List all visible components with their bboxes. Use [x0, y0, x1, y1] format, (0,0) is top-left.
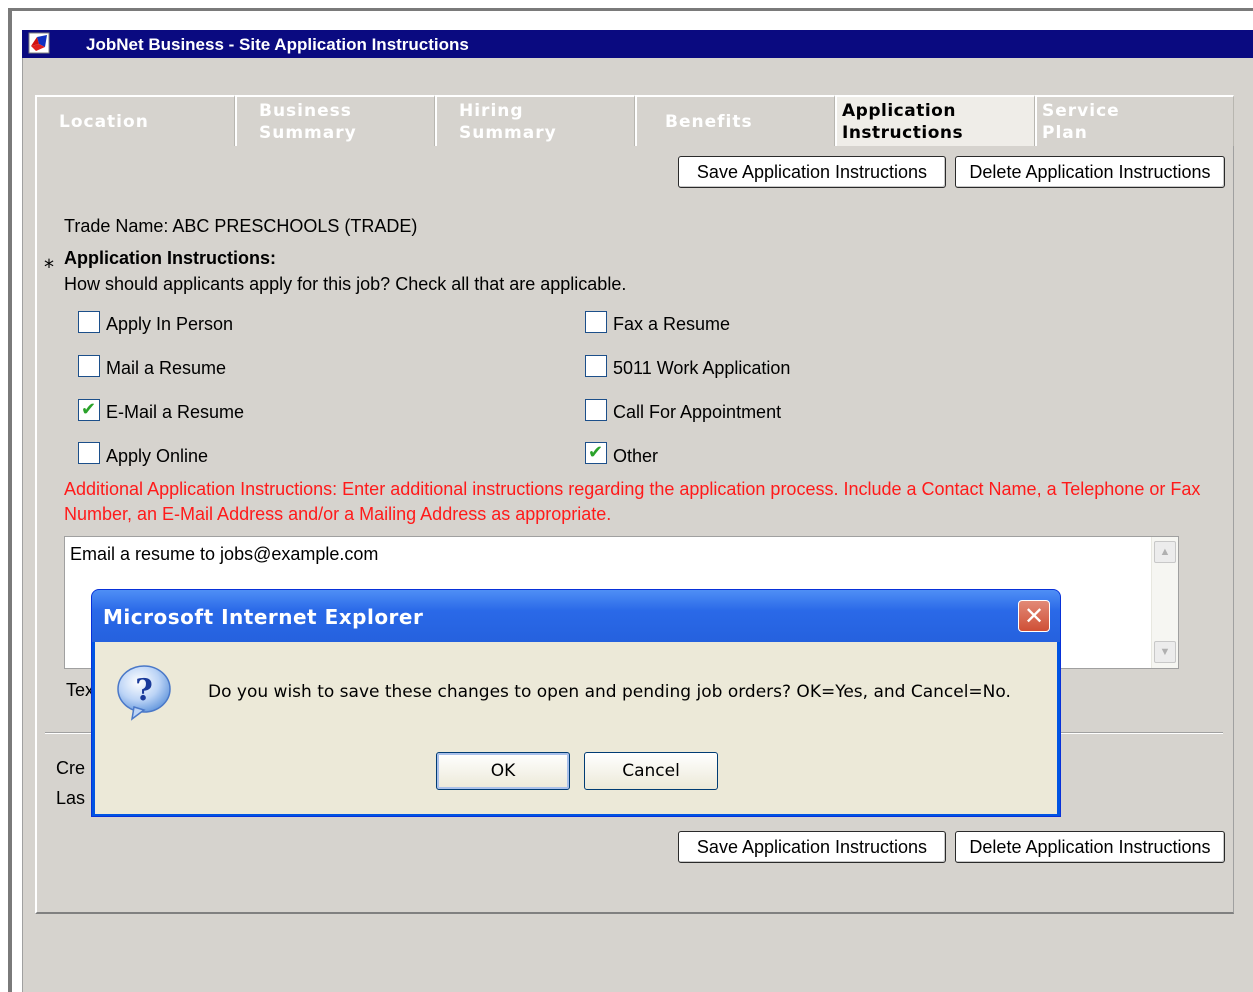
- check-mark-icon: ✔: [588, 442, 604, 463]
- window-title: JobNet Business - Site Application Instr…: [86, 35, 469, 54]
- mail-resume-checkbox[interactable]: [78, 355, 100, 377]
- save-application-instructions-button[interactable]: Save Application Instructions: [678, 156, 946, 188]
- dialog-message: Do you wish to save these changes to ope…: [208, 682, 1011, 702]
- checkbox-label: Apply Online: [106, 446, 209, 466]
- delete-application-instructions-button[interactable]: Delete Application Instructions: [955, 831, 1225, 863]
- checkbox-label: Apply In Person: [106, 314, 234, 334]
- tab-business-summary[interactable]: Business Summary: [235, 95, 435, 146]
- checkbox-label: Mail a Resume: [106, 358, 227, 378]
- tab-label: Service Plan: [1042, 101, 1120, 143]
- required-marker: *: [44, 255, 54, 279]
- fax-resume-checkbox[interactable]: [585, 311, 607, 333]
- tab-hiring-summary[interactable]: Hiring Summary: [435, 95, 635, 146]
- ok-button[interactable]: OK: [436, 752, 570, 790]
- tab-label: Benefits: [665, 112, 753, 132]
- tab-label: Location: [59, 112, 149, 132]
- tab-label: Business Summary: [259, 101, 357, 143]
- delete-application-instructions-button[interactable]: Delete Application Instructions: [955, 156, 1225, 188]
- dialog-body: ? Do you wish to save these changes to o…: [95, 642, 1057, 814]
- dialog-title-bar[interactable]: Microsoft Internet Explorer ✕: [92, 590, 1060, 642]
- work-application-checkbox[interactable]: [585, 355, 607, 377]
- tab-benefits[interactable]: Benefits: [635, 95, 835, 146]
- scroll-up-icon[interactable]: ▲: [1154, 541, 1176, 563]
- checkbox-label: Other: [613, 446, 659, 466]
- svg-text:?: ?: [135, 673, 153, 708]
- partial-label: Tex: [66, 680, 95, 700]
- other-checkbox[interactable]: ✔: [585, 442, 607, 464]
- apply-online-checkbox[interactable]: [78, 442, 100, 464]
- apply-in-person-checkbox[interactable]: [78, 311, 100, 333]
- confirm-dialog: Microsoft Internet Explorer ✕ ? Do you w…: [91, 589, 1061, 817]
- partial-label: Las: [56, 788, 86, 808]
- instructions-prompt: How should applicants apply for this job…: [64, 274, 627, 294]
- tab-label: Application Instructions: [842, 101, 964, 143]
- close-icon[interactable]: ✕: [1018, 600, 1050, 632]
- save-application-instructions-button[interactable]: Save Application Instructions: [678, 831, 946, 863]
- jobnet-logo-icon: [28, 32, 50, 54]
- tab-service-plan[interactable]: Service Plan: [1035, 95, 1234, 146]
- checkbox-label: E-Mail a Resume: [106, 402, 245, 422]
- question-icon: ?: [117, 665, 171, 721]
- scroll-down-icon[interactable]: ▼: [1154, 641, 1176, 663]
- trade-name: Trade Name: ABC PRESCHOOLS (TRADE): [64, 216, 418, 236]
- section-label: Application Instructions:: [64, 248, 277, 268]
- textarea-value: Email a resume to jobs@example.com: [70, 544, 379, 564]
- additional-instructions-note: Additional Application Instructions: Ent…: [64, 479, 1201, 524]
- dialog-title: Microsoft Internet Explorer: [103, 605, 424, 629]
- email-resume-checkbox[interactable]: ✔: [78, 399, 100, 421]
- checkbox-label: Call For Appointment: [613, 402, 782, 422]
- tab-application-instructions[interactable]: Application Instructions: [835, 95, 1035, 146]
- tab-label: Hiring Summary: [459, 101, 557, 143]
- checkbox-label: Fax a Resume: [613, 314, 731, 334]
- textarea-scrollbar[interactable]: ▲ ▼: [1151, 537, 1178, 668]
- cancel-button[interactable]: Cancel: [584, 752, 718, 790]
- partial-label: Cre: [56, 758, 86, 778]
- checkbox-label: 5011 Work Application: [613, 358, 791, 378]
- app-title-bar: JobNet Business - Site Application Instr…: [22, 30, 1253, 58]
- tab-location[interactable]: Location: [35, 95, 235, 146]
- call-for-appointment-checkbox[interactable]: [585, 399, 607, 421]
- check-mark-icon: ✔: [81, 399, 97, 420]
